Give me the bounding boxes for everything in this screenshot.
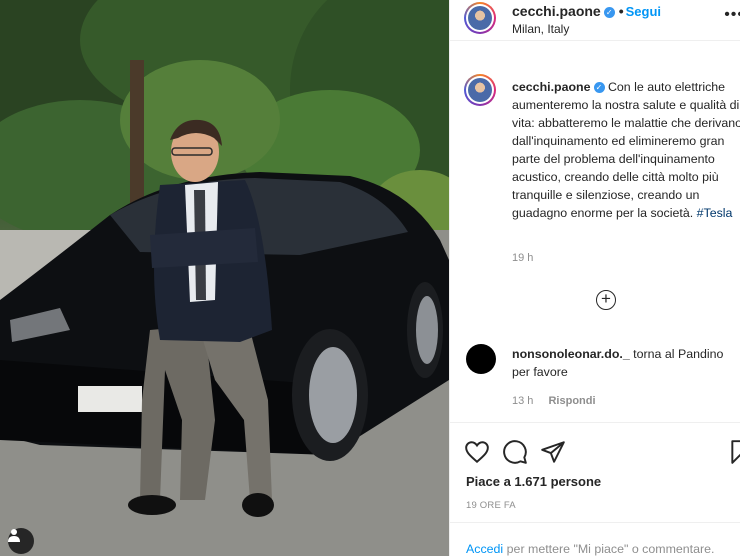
login-prompt: Accedi per mettere "Mi piace" o commenta…: [466, 542, 714, 556]
comment-username[interactable]: nonsonoleonar.do._: [512, 347, 630, 361]
photo-scene: [0, 0, 449, 556]
caption-verified-badge-icon: ✓: [593, 82, 605, 93]
caption-time: 19 h: [512, 252, 534, 264]
comment-icon[interactable]: [502, 439, 528, 465]
likes-count[interactable]: Piace a 1.671 persone: [466, 474, 601, 489]
post-photo[interactable]: [0, 0, 449, 556]
share-icon[interactable]: [540, 439, 566, 465]
reply-button[interactable]: Rispondi: [548, 395, 595, 407]
login-bar: Accedi per mettere "Mi piace" o commenta…: [450, 522, 740, 556]
more-options-icon[interactable]: •••: [724, 6, 740, 24]
author-avatar[interactable]: [464, 2, 496, 34]
caption-hashtag[interactable]: #Tesla: [697, 206, 733, 220]
caption-text: cecchi.paone ✓ Con le auto elettriche aum…: [512, 78, 740, 222]
comment-time: 13 h: [512, 395, 534, 407]
post-actions: Piace a 1.671 persone 19 ORE FA Accedi p…: [450, 422, 740, 556]
user-tag-icon[interactable]: [8, 528, 34, 554]
bookmark-icon[interactable]: [728, 439, 740, 465]
comment-text: nonsonoleonar.do._ torna al Pandino per …: [512, 345, 736, 381]
author-username[interactable]: cecchi.paone: [512, 3, 601, 19]
verified-badge-icon: ✓: [603, 7, 615, 18]
comment-avatar[interactable]: [466, 344, 496, 374]
post-side-panel: cecchi.paone✓•Segui Milan, Italy ••• cec…: [449, 0, 740, 556]
post-location[interactable]: Milan, Italy: [512, 22, 569, 36]
login-link[interactable]: Accedi: [466, 542, 503, 556]
caption-avatar[interactable]: [464, 74, 496, 106]
caption-body: Con le auto elettriche aumenteremo la no…: [512, 80, 740, 220]
header-name-row: cecchi.paone ✓ • Segui: [512, 3, 661, 19]
comment-meta: 13 h Rispondi: [512, 395, 596, 407]
plus-circle-icon[interactable]: +: [596, 290, 616, 310]
login-prompt-text: per mettere "Mi piace" o commentare.: [506, 542, 715, 556]
post-header: cecchi.paone✓•Segui Milan, Italy •••: [450, 0, 740, 41]
caption-username[interactable]: cecchi.paone: [512, 80, 591, 94]
post-date: 19 ORE FA: [466, 500, 516, 511]
heart-icon[interactable]: [464, 439, 490, 465]
header-separator: •: [618, 3, 624, 19]
follow-button[interactable]: Segui: [626, 4, 661, 19]
